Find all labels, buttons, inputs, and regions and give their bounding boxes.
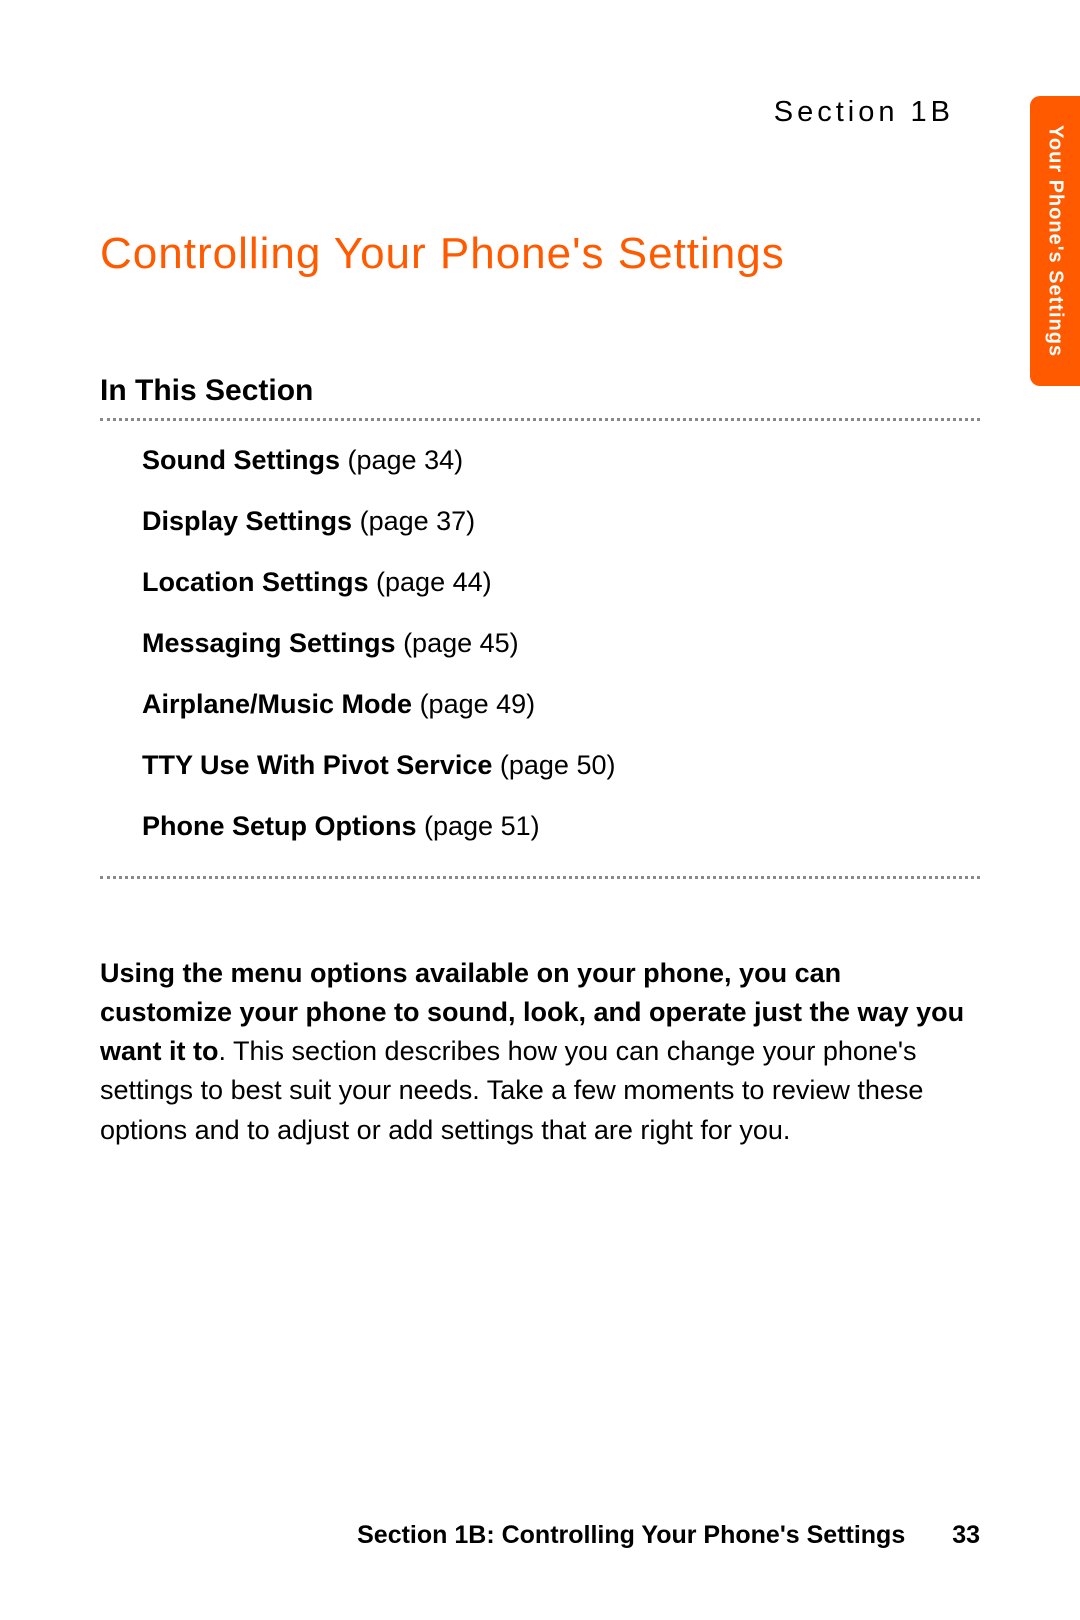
- toc-item-title: TTY Use With Pivot Service: [142, 750, 492, 780]
- side-tab: Your Phone's Settings: [1030, 96, 1080, 386]
- toc-item-page: (page 45): [403, 628, 519, 658]
- toc-item-page: (page 37): [360, 506, 476, 536]
- section-label: Section 1B: [100, 96, 954, 129]
- toc-item: Phone Setup Options (page 51): [142, 811, 980, 842]
- toc-item: Messaging Settings (page 45): [142, 628, 980, 659]
- side-tab-label: Your Phone's Settings: [1044, 125, 1067, 357]
- toc-item-title: Airplane/Music Mode: [142, 689, 412, 719]
- toc-item-title: Phone Setup Options: [142, 811, 417, 841]
- page-footer: Section 1B: Controlling Your Phone's Set…: [100, 1521, 980, 1550]
- toc-item-page: (page 44): [376, 567, 492, 597]
- section-subtitle: In This Section: [100, 374, 980, 408]
- divider-bottom: [100, 876, 980, 879]
- toc-item: Sound Settings (page 34): [142, 445, 980, 476]
- toc-item: Display Settings (page 37): [142, 506, 980, 537]
- toc-item-title: Sound Settings: [142, 445, 340, 475]
- toc-item: TTY Use With Pivot Service (page 50): [142, 750, 980, 781]
- toc-item-page: (page 50): [500, 750, 616, 780]
- toc-item-page: (page 49): [420, 689, 536, 719]
- toc-item: Location Settings (page 44): [142, 567, 980, 598]
- body-paragraph: Using the menu options available on your…: [100, 954, 980, 1150]
- footer-title: Section 1B: Controlling Your Phone's Set…: [357, 1521, 905, 1549]
- toc-item-page: (page 34): [348, 445, 464, 475]
- toc-item-title: Messaging Settings: [142, 628, 396, 658]
- toc-list: Sound Settings (page 34) Display Setting…: [100, 421, 980, 876]
- toc-item: Airplane/Music Mode (page 49): [142, 689, 980, 720]
- page-title: Controlling Your Phone's Settings: [100, 229, 980, 279]
- toc-item-title: Display Settings: [142, 506, 352, 536]
- body-rest-text: . This section describes how you can cha…: [100, 1036, 923, 1144]
- toc-item-title: Location Settings: [142, 567, 369, 597]
- toc-item-page: (page 51): [424, 811, 540, 841]
- footer-page-number: 33: [952, 1521, 980, 1549]
